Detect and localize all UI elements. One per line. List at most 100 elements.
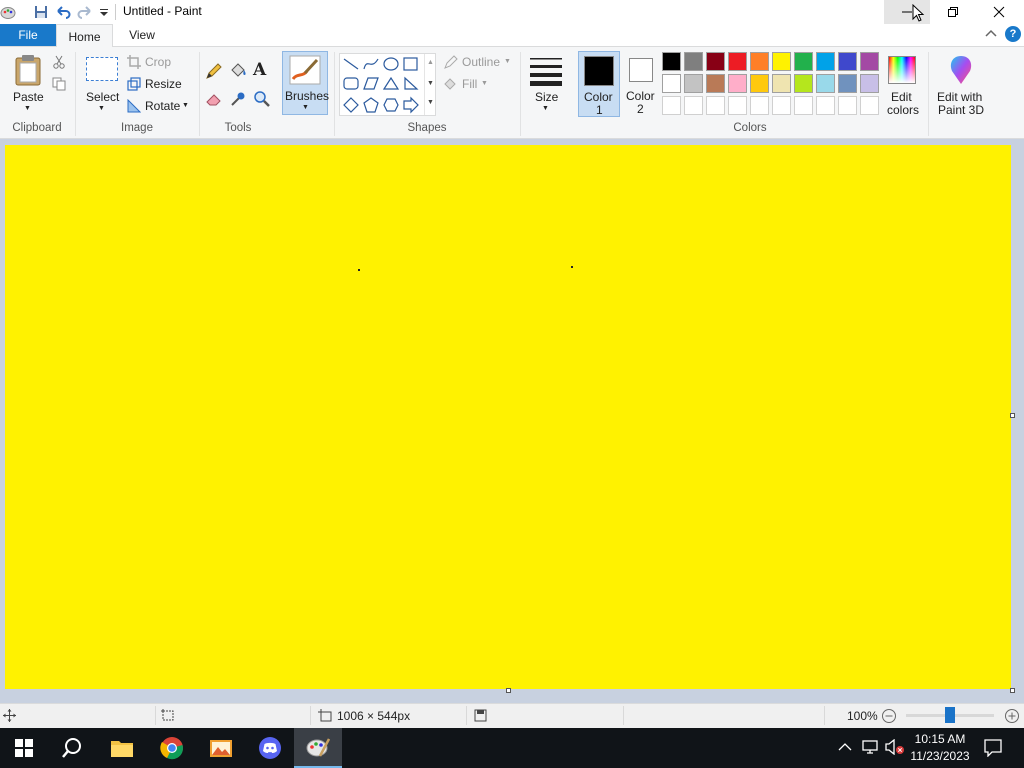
paint-taskbar-button[interactable]	[294, 728, 342, 768]
search-button[interactable]	[48, 728, 96, 768]
palette-empty-slot[interactable]	[838, 96, 857, 115]
shapes-scroll-down-icon[interactable]: ▼	[427, 80, 434, 87]
palette-empty-slot[interactable]	[860, 96, 879, 115]
undo-icon[interactable]	[55, 4, 71, 20]
shapes-scrollbar[interactable]: ▲ ▼ ▼	[424, 54, 436, 115]
magnifier-icon[interactable]	[253, 90, 271, 111]
paste-button[interactable]: Paste ▼	[6, 52, 48, 116]
palette-swatch[interactable]	[728, 74, 747, 93]
palette-empty-slot[interactable]	[662, 96, 681, 115]
zoom-slider-thumb[interactable]	[945, 707, 955, 723]
shapes-expand-icon[interactable]: ▼	[427, 99, 434, 106]
palette-empty-slot[interactable]	[684, 96, 703, 115]
chrome-button[interactable]	[148, 728, 196, 768]
palette-swatch[interactable]	[728, 52, 747, 71]
palette-swatch[interactable]	[860, 74, 879, 93]
start-button[interactable]	[0, 728, 48, 768]
shapes-scroll-up-icon[interactable]: ▲	[427, 59, 434, 66]
size-lines-icon	[529, 56, 563, 89]
copy-icon[interactable]	[52, 77, 66, 94]
outline-button[interactable]: Outline ▼	[443, 54, 519, 71]
palette-swatch[interactable]	[684, 52, 703, 71]
tab-file[interactable]: File	[0, 24, 56, 46]
fill-label: Fill	[462, 77, 478, 91]
selection-size-icon	[161, 709, 175, 725]
palette-swatch[interactable]	[662, 74, 681, 93]
palette-swatch[interactable]	[750, 74, 769, 93]
palette-empty-slot[interactable]	[706, 96, 725, 115]
color-picker-icon[interactable]	[229, 90, 247, 111]
zoom-in-icon[interactable]	[1004, 708, 1020, 727]
canvas-resize-handle-bottom[interactable]	[506, 688, 511, 693]
palette-swatch[interactable]	[772, 52, 791, 71]
customize-qat-icon[interactable]	[96, 4, 112, 20]
select-icon	[86, 57, 118, 81]
canvas-resize-handle-right[interactable]	[1010, 413, 1015, 418]
palette-empty-slot[interactable]	[728, 96, 747, 115]
rotate-button[interactable]: Rotate ▼	[127, 98, 193, 115]
collapse-ribbon-icon[interactable]	[985, 28, 997, 42]
resize-button[interactable]: Resize	[127, 76, 187, 93]
brushes-button[interactable]: Brushes ▼	[282, 51, 329, 115]
palette-empty-slot[interactable]	[794, 96, 813, 115]
tab-home[interactable]: Home	[56, 24, 113, 48]
eraser-icon[interactable]	[205, 90, 223, 111]
network-icon[interactable]	[862, 739, 880, 758]
tab-view[interactable]: View	[114, 24, 170, 46]
palette-swatch[interactable]	[838, 74, 857, 93]
palette-swatch[interactable]	[816, 52, 835, 71]
palette-empty-slot[interactable]	[772, 96, 791, 115]
discord-button[interactable]	[246, 728, 294, 768]
size-button[interactable]: Size ▼	[526, 52, 566, 116]
palette-swatch[interactable]	[706, 52, 725, 71]
palette-swatch[interactable]	[772, 74, 791, 93]
edit-colors-button[interactable]: Edit colors	[883, 52, 923, 118]
redo-icon[interactable]	[77, 4, 93, 20]
photos-button[interactable]	[197, 728, 245, 768]
palette-swatch[interactable]	[816, 74, 835, 93]
fill-icon	[443, 77, 458, 95]
notification-icon[interactable]	[984, 739, 1002, 760]
palette-swatch[interactable]	[794, 74, 813, 93]
drawing-canvas[interactable]	[5, 145, 1011, 689]
text-tool-icon[interactable]: A	[253, 60, 266, 80]
edit-with-paint3d-button[interactable]: Edit with Paint 3D	[932, 52, 990, 118]
select-label: Select	[86, 90, 120, 104]
show-hidden-icons[interactable]	[838, 741, 852, 755]
file-explorer-button[interactable]	[98, 728, 146, 768]
paint-app-icon[interactable]	[0, 4, 16, 20]
palette-swatch[interactable]	[662, 52, 681, 71]
color1-label-line1: Color	[584, 90, 613, 104]
palette-empty-slot[interactable]	[750, 96, 769, 115]
save-icon[interactable]	[33, 4, 49, 20]
select-button[interactable]: Select ▼	[82, 52, 122, 116]
palette-empty-slot[interactable]	[816, 96, 835, 115]
shapes-gallery[interactable]: ▲ ▼ ▼	[339, 53, 436, 116]
help-icon[interactable]: ?	[1005, 26, 1021, 42]
color2-button[interactable]: Color 2	[621, 51, 661, 117]
tools-group-label: Tools	[224, 122, 252, 134]
palette-swatch[interactable]	[860, 52, 879, 71]
clock-date[interactable]: 11/23/2023	[906, 749, 974, 763]
zoom-out-icon[interactable]	[881, 708, 897, 727]
palette-swatch[interactable]	[838, 52, 857, 71]
palette-swatch[interactable]	[684, 74, 703, 93]
color1-button[interactable]: Color 1	[578, 51, 620, 117]
clock-time[interactable]: 10:15 AM	[909, 732, 971, 746]
crop-icon	[127, 55, 141, 72]
status-divider	[155, 706, 156, 725]
crop-button[interactable]: Crop	[127, 54, 187, 71]
palette-swatch[interactable]	[794, 52, 813, 71]
palette-swatch[interactable]	[706, 74, 725, 93]
volume-muted-icon[interactable]	[885, 738, 905, 758]
close-button[interactable]	[976, 0, 1022, 24]
pencil-icon[interactable]	[205, 62, 223, 83]
fill-bucket-icon[interactable]	[229, 62, 247, 83]
canvas-resize-handle-corner[interactable]	[1010, 688, 1015, 693]
file-size-icon	[474, 709, 487, 725]
cut-icon[interactable]	[52, 55, 66, 72]
palette-swatch[interactable]	[750, 52, 769, 71]
restore-button[interactable]	[930, 0, 976, 24]
paint3d-line1: Edit with	[937, 90, 983, 104]
fill-button[interactable]: Fill ▼	[443, 76, 503, 93]
